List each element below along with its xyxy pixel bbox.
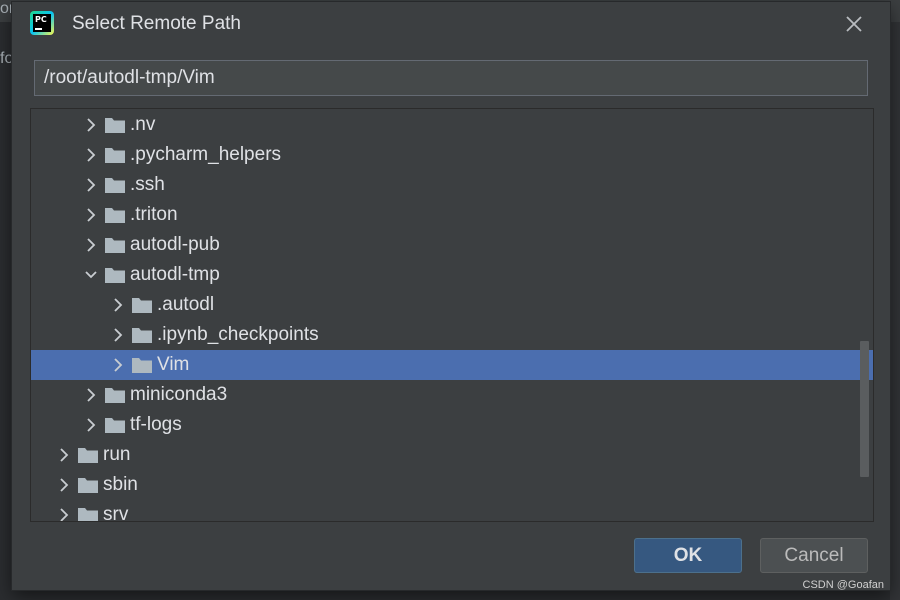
tree-item-label: .ssh (130, 174, 165, 195)
tree-item-label: .nv (130, 114, 156, 135)
app-icon-text: PC (35, 15, 47, 24)
tree-item-label: .ipynb_checkpoints (157, 324, 319, 345)
tree-item[interactable]: autodl-tmp (31, 260, 873, 290)
chevron-right-icon[interactable] (83, 117, 99, 133)
remote-path-input[interactable] (34, 60, 868, 96)
folder-icon (105, 148, 125, 163)
scrollbar-thumb[interactable] (860, 341, 869, 477)
remote-file-tree[interactable]: srv sbin run tf-logs miniconda3 Vim .ipynb_che… (30, 108, 874, 522)
chevron-right-icon[interactable] (56, 447, 72, 463)
chevron-right-icon[interactable] (83, 147, 99, 163)
folder-icon (105, 418, 125, 433)
tree-item-label: run (103, 444, 131, 465)
close-icon (846, 16, 862, 32)
tree-item[interactable]: .triton (31, 200, 873, 230)
tree-item-label: tf-logs (130, 414, 182, 435)
chevron-right-icon[interactable] (110, 327, 126, 343)
folder-icon (78, 478, 98, 493)
tree-item-label: .triton (130, 204, 178, 225)
select-remote-path-dialog: PC Select Remote Path srv sbin run tf-logs m… (12, 2, 890, 590)
tree-item-label: miniconda3 (130, 384, 228, 405)
tree-item-label: srv (103, 504, 129, 522)
folder-icon (132, 328, 152, 343)
folder-icon (78, 508, 98, 521)
folder-icon (105, 208, 125, 223)
tree-item[interactable]: .pycharm_helpers (31, 140, 873, 170)
tree-item-label: Vim (157, 354, 190, 375)
chevron-right-icon[interactable] (83, 207, 99, 223)
dialog-titlebar[interactable]: PC Select Remote Path (12, 2, 890, 46)
tree-item-label: sbin (103, 474, 138, 495)
tree-item[interactable]: tf-logs (31, 410, 873, 440)
folder-icon (105, 388, 125, 403)
tree-item-label: .autodl (157, 294, 215, 315)
folder-icon (105, 238, 125, 253)
folder-icon (105, 268, 125, 283)
folder-icon (132, 358, 152, 373)
tree-item[interactable]: .autodl (31, 290, 873, 320)
tree-item-label: autodl-tmp (130, 264, 220, 285)
chevron-right-icon[interactable] (83, 387, 99, 403)
background-side-panel (890, 22, 900, 600)
tree-item[interactable]: .ipynb_checkpoints (31, 320, 873, 350)
tree-item[interactable]: srv (31, 500, 873, 522)
tree-item-label: .pycharm_helpers (130, 144, 282, 165)
chevron-right-icon[interactable] (56, 477, 72, 493)
dialog-title: Select Remote Path (72, 13, 241, 34)
chevron-right-icon[interactable] (110, 297, 126, 313)
folder-icon (105, 118, 125, 133)
cancel-button[interactable]: Cancel (760, 538, 868, 573)
chevron-right-icon[interactable] (83, 177, 99, 193)
chevron-right-icon[interactable] (83, 237, 99, 253)
folder-icon (105, 178, 125, 193)
chevron-down-icon[interactable] (83, 267, 99, 283)
pycharm-icon: PC (30, 11, 54, 35)
chevron-right-icon[interactable] (110, 357, 126, 373)
tree-item[interactable]: miniconda3 (31, 380, 873, 410)
tree-item[interactable]: autodl-pub (31, 230, 873, 260)
tree-item[interactable]: Vim (31, 350, 873, 380)
tree-item[interactable]: .nv (31, 110, 873, 140)
watermark: CSDN @Goafan (802, 579, 884, 591)
folder-icon (132, 298, 152, 313)
tree-item-label: autodl-pub (130, 234, 220, 255)
close-button[interactable] (840, 10, 868, 38)
tree-item[interactable]: sbin (31, 470, 873, 500)
folder-icon (78, 448, 98, 463)
chevron-right-icon[interactable] (83, 417, 99, 433)
tree-item[interactable]: run (31, 440, 873, 470)
tree-item[interactable]: .ssh (31, 170, 873, 200)
chevron-right-icon[interactable] (56, 507, 72, 522)
ok-button[interactable]: OK (634, 538, 742, 573)
